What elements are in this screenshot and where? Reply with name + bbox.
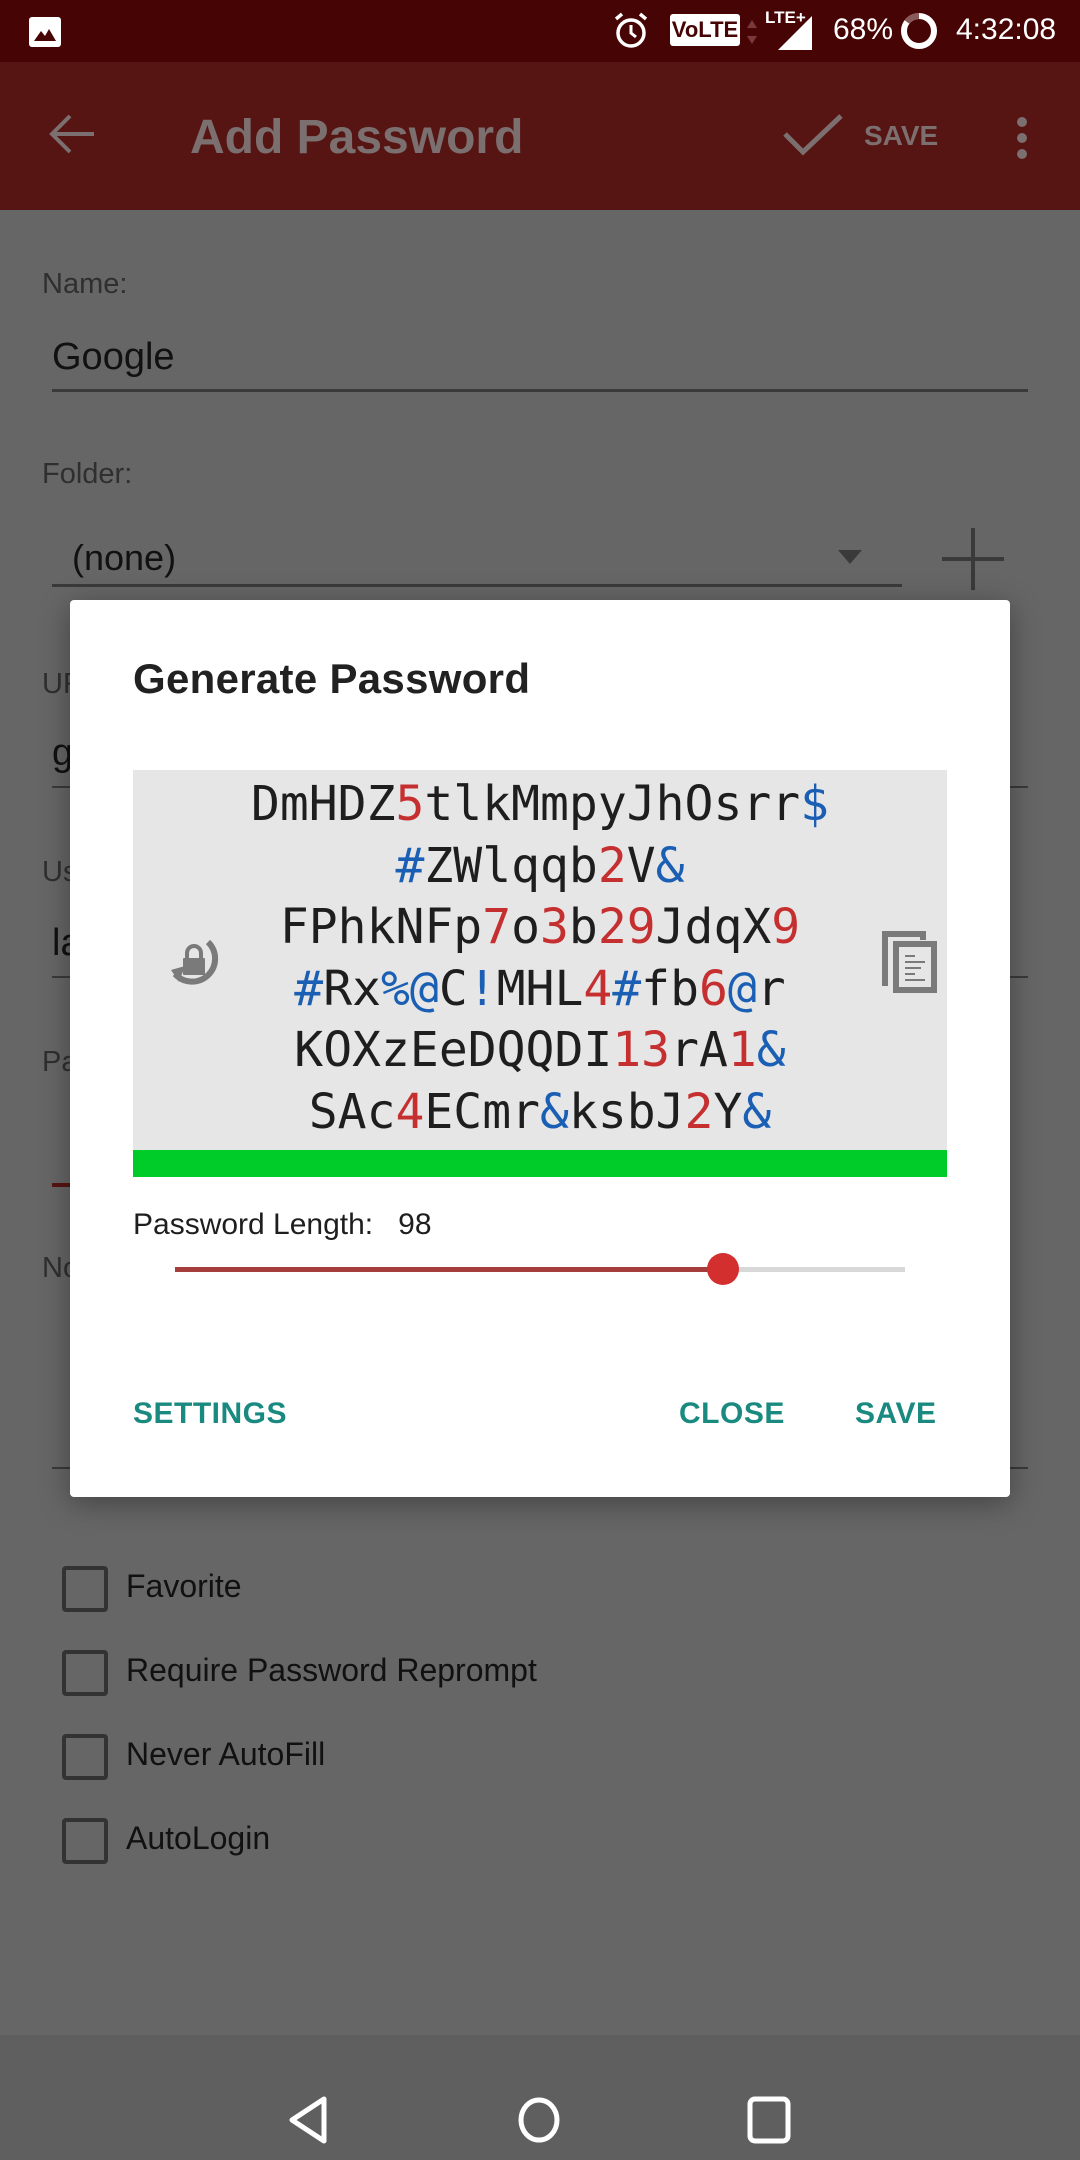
name-input[interactable]: Google: [52, 336, 175, 379]
settings-button[interactable]: SETTINGS: [133, 1397, 287, 1431]
volte-icon: VoLTE: [670, 14, 740, 46]
checkbox-label: Never AutoFill: [126, 1736, 326, 1772]
folder-label: Folder:: [42, 458, 133, 490]
gallery-icon: [29, 17, 61, 47]
more-vert-icon[interactable]: [1010, 114, 1034, 162]
data-activity-icon: [747, 20, 757, 44]
password-line: #Rx%@C!MHL4#fb6@r: [294, 960, 786, 1017]
recents-icon[interactable]: [746, 2095, 792, 2145]
folder-select[interactable]: (none): [72, 537, 176, 579]
checkbox-label: Favorite: [126, 1568, 242, 1604]
navigation-bar: [0, 2035, 1080, 2160]
regenerate-lock-icon[interactable]: [163, 930, 225, 992]
password-line: #ZWlqqb2V&: [395, 837, 685, 894]
home-icon[interactable]: [516, 2095, 562, 2145]
password-line: DmHDZ5tlkMmpyJhOsrr$: [250, 776, 830, 832]
password-line: SAc4ECmr&ksbJ2Y&: [308, 1083, 772, 1140]
clock: 4:32:08: [956, 13, 1057, 46]
add-folder-icon[interactable]: [940, 526, 1006, 592]
password-strength-bar: [133, 1150, 947, 1177]
dropdown-arrow-icon[interactable]: [836, 548, 864, 568]
password-length-value: 98: [398, 1208, 432, 1241]
password-length-label: Password Length: 98: [133, 1208, 432, 1242]
dialog-title: Generate Password: [133, 655, 531, 702]
copy-icon[interactable]: [879, 928, 939, 994]
slider-thumb[interactable]: [706, 1253, 739, 1285]
battery-percent: 68%: [833, 13, 894, 46]
checkbox-box[interactable]: [62, 1566, 108, 1612]
signal-icon: [778, 16, 812, 50]
save-action-label: SAVE: [864, 120, 939, 151]
close-button[interactable]: CLOSE: [679, 1397, 785, 1431]
password-line: KOXzEeDQQDI13rA1&: [294, 1022, 786, 1078]
name-underline: [52, 389, 1028, 392]
password-line: FPhkNFp7o3b29JdqX9: [279, 899, 801, 955]
checkmark-icon: [783, 114, 843, 156]
name-label: Name:: [42, 268, 128, 300]
save-button[interactable]: SAVE: [855, 1397, 936, 1431]
password-length-text: Password Length:: [133, 1208, 374, 1241]
back-icon[interactable]: [286, 2095, 330, 2145]
checkbox-label: AutoLogin: [126, 1820, 271, 1856]
generated-password-box: DmHDZ5tlkMmpyJhOsrr$ #ZWlqqb2V& FPhkNFp7o3…: [133, 770, 947, 1150]
generated-password-text[interactable]: DmHDZ5tlkMmpyJhOsrr$ #ZWlqqb2V& FPhkNFp7o3…: [243, 774, 837, 1143]
save-action-button[interactable]: SAVE: [775, 102, 939, 172]
password-length-slider[interactable]: [175, 1252, 905, 1288]
slider-fill: [175, 1267, 723, 1272]
battery-icon: [901, 13, 937, 49]
checkbox-label: Require Password Reprompt: [126, 1652, 537, 1688]
checkbox-box[interactable]: [62, 1734, 108, 1780]
checkbox-box[interactable]: [62, 1650, 108, 1696]
checkbox-box[interactable]: [62, 1818, 108, 1864]
page-title: Add Password: [190, 111, 524, 164]
status-bar: VoLTE LTE+ 68% 4:32:08: [0, 0, 1080, 62]
back-arrow-icon[interactable]: [48, 112, 98, 156]
alarm-icon: [614, 12, 648, 48]
generate-password-dialog: Generate Password DmHDZ5tlkMmpyJhOsrr$ #Z…: [70, 600, 1010, 1497]
app-bar: Add Password SAVE: [0, 62, 1080, 210]
folder-underline: [52, 584, 902, 587]
